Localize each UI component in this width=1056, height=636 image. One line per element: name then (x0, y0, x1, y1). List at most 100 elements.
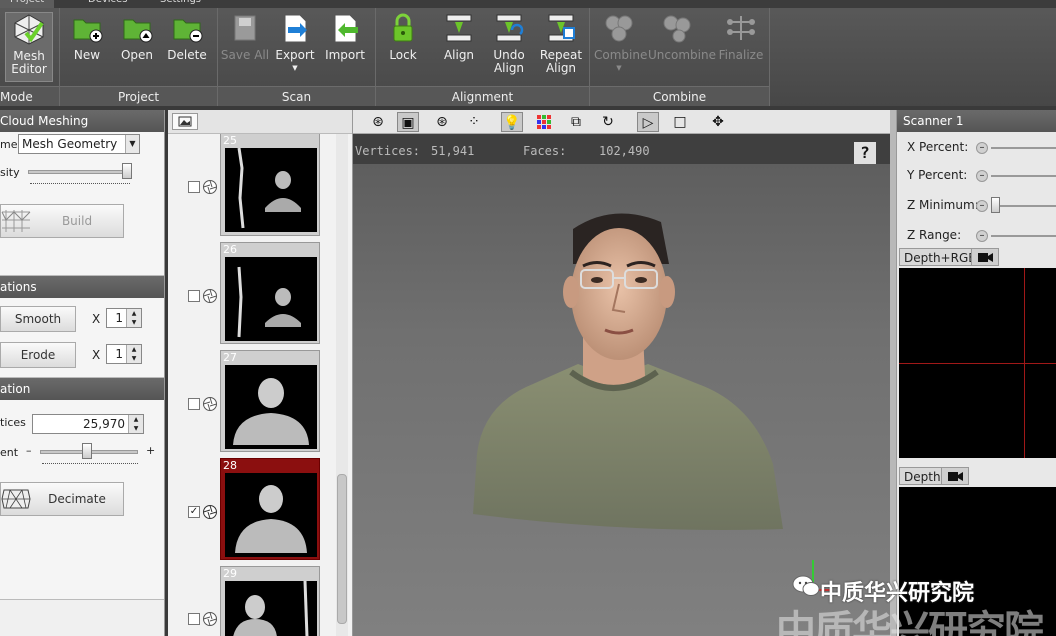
help-button[interactable]: ? (854, 142, 876, 164)
uncombine-button[interactable]: Uncombine (648, 12, 716, 82)
faces-stat-label: Faces: (523, 144, 567, 158)
video-camera-tab[interactable] (971, 248, 999, 266)
lighting-button[interactable]: 💡 (501, 112, 523, 132)
aperture-icon[interactable] (202, 611, 218, 627)
undo-align-button[interactable]: Undo Align (484, 12, 534, 82)
ribbon-group-scan: Save All Export ▼ Import Scan (218, 8, 376, 106)
left-panel: Cloud Meshing ment Mesh Geometry ▼ sity … (0, 110, 165, 636)
move-button[interactable]: ✥ (707, 112, 729, 132)
vertices-spinner[interactable]: 25,970 ▲ ▼ (32, 414, 144, 434)
minus-icon[interactable]: – (976, 170, 988, 182)
ribbon-group-alignment: Lock Align Undo Align Repeat Align Align… (376, 8, 590, 106)
undo-align-icon (496, 14, 524, 42)
scan-28-checkbox[interactable]: ✓ (188, 506, 200, 518)
erode-times-label: X (92, 348, 101, 362)
x-percent-slider[interactable] (991, 147, 1056, 149)
new-button[interactable]: New (62, 12, 112, 82)
aperture-icon[interactable] (202, 396, 218, 412)
erode-button[interactable]: Erode (0, 342, 76, 368)
play-button[interactable]: ▷ (637, 112, 659, 132)
scan-29-checkbox[interactable] (188, 613, 200, 625)
finalize-label: Finalize (718, 48, 764, 62)
thumbnail-scrollbar-thumb[interactable] (337, 474, 347, 624)
open-button[interactable]: Open (112, 12, 162, 82)
mesh-editor-button[interactable]: Mesh Editor (5, 12, 53, 82)
texture-view-button[interactable]: ▣ (397, 112, 419, 132)
operations-section-header[interactable]: ations (0, 276, 164, 298)
video-camera-tab[interactable] (941, 467, 969, 485)
aperture-icon[interactable] (202, 288, 218, 304)
repeat-align-icon (548, 14, 575, 42)
scan-thumbnail-26[interactable]: 26 (220, 242, 320, 344)
open-folder-icon (123, 19, 153, 43)
points-view-button[interactable]: ⁘ (463, 112, 485, 132)
element-combo[interactable]: Mesh Geometry ▼ (18, 134, 140, 154)
meshing-section: ment Mesh Geometry ▼ sity Build (0, 132, 164, 276)
stop-button[interactable]: □ (669, 112, 691, 132)
density-slider-track[interactable] (28, 170, 132, 174)
combine-button[interactable]: Combine ▼ (594, 12, 647, 82)
percent-slider-thumb[interactable] (82, 443, 92, 459)
tab-depth[interactable]: Depth (899, 467, 946, 485)
minus-icon[interactable]: – (976, 230, 988, 242)
decimation-section-header[interactable]: ation (0, 378, 164, 400)
delete-label: Delete (167, 48, 207, 62)
smooth-count-spinner[interactable]: 1 ▲ ▼ (106, 308, 142, 328)
meshing-section-header[interactable]: Cloud Meshing (0, 110, 164, 132)
scan-thumbnail-25[interactable]: 25 (220, 134, 320, 236)
density-slider-thumb[interactable] (122, 163, 132, 179)
watermark-large-text: 中质华兴研究院 (776, 608, 1044, 636)
3d-viewport[interactable]: Vertices: 51,941 Faces: 102,490 ? (353, 134, 890, 636)
lightbulb-icon: 💡 (503, 115, 521, 131)
export-icon (284, 14, 307, 43)
scan-thumbnail-list: 25 26 27 ✓ 28 29 (168, 110, 353, 636)
thumbnail-view-button[interactable] (172, 113, 198, 130)
erode-count-spinner[interactable]: 1 ▲ ▼ (106, 344, 142, 364)
reset-rotation-button[interactable]: ↻ (597, 112, 619, 132)
lock-button[interactable]: Lock (378, 12, 428, 82)
finalize-icon (727, 16, 755, 40)
erode-count-value: 1 (115, 347, 123, 361)
operations-section: Smooth X 1 ▲ ▼ Erode X 1 ▲ ▼ (0, 298, 164, 378)
scan-25-checkbox[interactable] (188, 181, 200, 193)
thumbnail-scrollbar[interactable] (336, 134, 348, 636)
repeat-align-button[interactable]: Repeat Align (536, 12, 586, 82)
combine-icon (605, 15, 633, 42)
tab-project[interactable]: Project (0, 0, 55, 8)
z-minimum-slider-thumb[interactable] (991, 197, 1000, 213)
bounding-box-button[interactable]: ⧉ (565, 112, 587, 132)
minus-icon[interactable]: – (976, 200, 988, 212)
scan-thumbnail-27[interactable]: 27 (220, 350, 320, 452)
scan-number: 28 (223, 459, 237, 472)
wireframe-view-button[interactable]: ⊛ (431, 112, 453, 132)
smooth-button[interactable]: Smooth (0, 306, 76, 332)
aperture-view-button[interactable]: ⊛ (367, 112, 389, 132)
z-minimum-slider[interactable] (991, 205, 1056, 207)
tab-settings[interactable]: Settings (150, 0, 211, 8)
ribbon-group-mode: Mesh Editor Mode (0, 8, 60, 106)
align-button[interactable]: Align (434, 12, 484, 82)
tab-depth-rgb[interactable]: Depth+RGB (899, 248, 982, 266)
aperture-icon[interactable] (202, 179, 218, 195)
import-button[interactable]: Import (320, 12, 370, 82)
aperture-icon[interactable] (202, 504, 218, 520)
minus-icon[interactable]: – (976, 142, 988, 154)
delete-folder-icon (173, 19, 203, 43)
save-all-button[interactable]: Save All (220, 12, 270, 82)
color-grid-button[interactable] (533, 112, 555, 132)
scan-thumbnail-29[interactable]: 29 (220, 566, 320, 636)
mesh-stats-bar: Vertices: 51,941 Faces: 102,490 ? (353, 134, 890, 164)
spinner-arrows-icon: ▲ ▼ (128, 415, 143, 433)
move-icon: ✥ (712, 114, 724, 130)
scan-thumbnail-28[interactable]: 28 (220, 458, 320, 560)
scan-26-checkbox[interactable] (188, 290, 200, 302)
scan-27-checkbox[interactable] (188, 398, 200, 410)
finalize-button[interactable]: Finalize (716, 12, 766, 82)
image-icon (178, 116, 192, 127)
z-range-slider[interactable] (991, 235, 1056, 237)
y-percent-slider[interactable] (991, 175, 1056, 177)
delete-button[interactable]: Delete (162, 12, 212, 82)
y-percent-label: Y Percent: (907, 168, 968, 182)
export-button[interactable]: Export ▼ (270, 12, 320, 82)
tab-devices[interactable]: Devices (78, 0, 137, 8)
